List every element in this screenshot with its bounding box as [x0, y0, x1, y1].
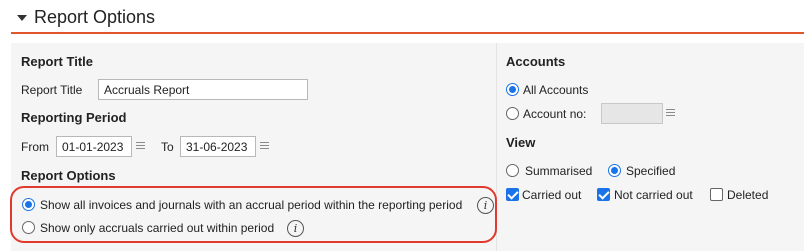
deleted-label[interactable]: Deleted [727, 188, 768, 202]
account-no-radio[interactable] [506, 107, 519, 120]
carried-out-checkbox[interactable] [506, 188, 519, 201]
caret-down-icon[interactable] [17, 15, 27, 21]
all-accounts-radio[interactable] [506, 83, 519, 96]
not-carried-out-checkbox[interactable] [597, 188, 610, 201]
report-title-label: Report Title [21, 83, 83, 97]
view-heading: View [506, 135, 536, 150]
list-icon[interactable] [666, 109, 675, 119]
option-carried-out-label[interactable]: Show only accruals carried out within pe… [40, 221, 274, 235]
report-options-heading: Report Options [21, 168, 116, 183]
section-title: Report Options [34, 7, 156, 27]
calendar-icon[interactable] [136, 142, 145, 152]
accounts-heading: Accounts [506, 54, 566, 69]
all-accounts-label[interactable]: All Accounts [523, 83, 588, 97]
report-options-header[interactable]: Report Options [0, 0, 804, 34]
option-carried-out-radio[interactable] [22, 221, 35, 234]
report-title-input[interactable]: Accruals Report [98, 79, 308, 100]
option-all-label[interactable]: Show all invoices and journals with an a… [40, 198, 462, 212]
header-divider [11, 32, 804, 34]
specified-radio[interactable] [608, 164, 621, 177]
option-all-radio[interactable] [22, 198, 35, 211]
from-date-input[interactable]: 01-01-2023 [56, 136, 132, 157]
summarised-label[interactable]: Summarised [525, 164, 592, 178]
info-icon[interactable]: i [477, 197, 494, 214]
account-no-label[interactable]: Account no: [523, 107, 586, 121]
report-title-heading: Report Title [21, 54, 93, 69]
specified-label[interactable]: Specified [626, 164, 675, 178]
carried-out-label[interactable]: Carried out [522, 188, 581, 202]
to-label: To [161, 140, 174, 154]
deleted-checkbox[interactable] [710, 188, 723, 201]
calendar-icon[interactable] [260, 142, 269, 152]
info-icon[interactable]: i [287, 220, 304, 237]
account-no-input[interactable] [601, 103, 663, 124]
summarised-radio[interactable] [506, 164, 519, 177]
not-carried-out-label[interactable]: Not carried out [614, 188, 693, 202]
reporting-period-heading: Reporting Period [21, 110, 127, 125]
to-date-input[interactable]: 31-06-2023 [180, 136, 256, 157]
from-label: From [21, 140, 49, 154]
